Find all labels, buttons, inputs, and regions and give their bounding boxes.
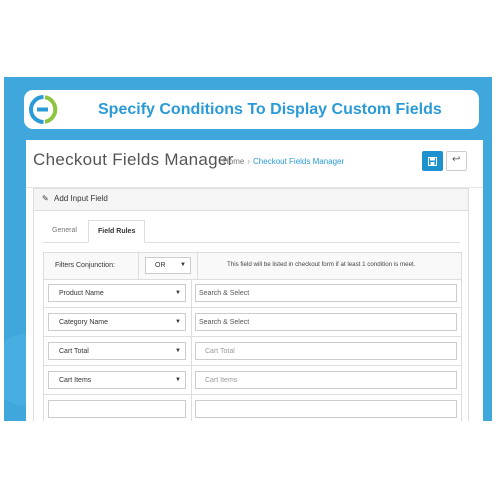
conjunction-select[interactable]: OR ▼ <box>145 257 191 274</box>
breadcrumb: Home › Checkout Fields Manager <box>223 157 344 166</box>
rule-row-partial <box>43 395 462 421</box>
page-header: Checkout Fields Manager Home › Checkout Fi… <box>26 140 483 188</box>
add-input-field-card: ✎ Add Input Field General Field Rules Fi… <box>33 188 469 421</box>
page-title: Checkout Fields Manager <box>33 150 234 169</box>
tab-general[interactable]: General <box>43 220 86 242</box>
card-header: ✎ Add Input Field <box>34 189 468 211</box>
caret-down-icon: ▼ <box>180 262 186 268</box>
caret-down-icon: ▼ <box>175 290 181 296</box>
rule-row: Product Name ▼ Search & Select <box>43 279 462 308</box>
rule-value-input[interactable]: Cart Items <box>195 371 457 389</box>
breadcrumb-home-link[interactable]: Home <box>223 157 244 166</box>
divider <box>197 253 198 279</box>
tab-field-rules[interactable]: Field Rules <box>88 220 146 243</box>
breadcrumb-separator: › <box>247 157 251 166</box>
admin-panel: Checkout Fields Manager Home › Checkout Fi… <box>26 140 483 421</box>
rule-row: Category Name ▼ Search & Select <box>43 308 462 337</box>
banner-header: Specify Conditions To Display Custom Fie… <box>24 90 479 129</box>
rule-value-placeholder: Search & Select <box>199 290 250 297</box>
divider <box>138 253 139 279</box>
rule-value-input[interactable]: Search & Select <box>195 313 457 331</box>
divider <box>191 279 192 307</box>
rule-type-select[interactable]: Product Name ▼ <box>48 284 186 302</box>
conjunction-select-value: OR <box>155 262 166 269</box>
rule-type-select[interactable]: Cart Total ▼ <box>48 342 186 360</box>
rule-value-placeholder: Cart Items <box>205 377 238 384</box>
save-icon <box>428 157 437 166</box>
rule-type-value: Cart Total <box>59 348 89 355</box>
tab-bar: General Field Rules <box>43 220 460 243</box>
divider <box>191 337 192 365</box>
back-button[interactable]: ↩ <box>446 151 467 171</box>
rule-row: Cart Items ▼ Cart Items <box>43 366 462 395</box>
reply-icon: ↩ <box>452 154 461 165</box>
promo-banner: Specify Conditions To Display Custom Fie… <box>4 77 492 421</box>
divider <box>191 366 192 394</box>
card-title: Add Input Field <box>54 194 108 203</box>
divider <box>191 395 192 421</box>
rule-type-value: Product Name <box>59 290 104 297</box>
rule-value-placeholder: Cart Total <box>205 348 235 355</box>
filters-conjunction-label: Filters Conjunction: <box>55 262 115 269</box>
rule-type-select[interactable]: Cart Items ▼ <box>48 371 186 389</box>
brand-logo-icon <box>29 95 58 124</box>
rule-row: Cart Total ▼ Cart Total <box>43 337 462 366</box>
rule-type-value: Cart Items <box>59 377 92 384</box>
pencil-icon: ✎ <box>42 194 49 203</box>
conjunction-note: This field will be listed in checkout fo… <box>227 261 416 268</box>
caret-down-icon: ▼ <box>175 377 181 383</box>
filters-conjunction-row: Filters Conjunction: OR ▼ This field wil… <box>43 252 462 280</box>
rule-value-placeholder: Search & Select <box>199 319 250 326</box>
rule-value-input[interactable]: Search & Select <box>195 284 457 302</box>
rule-value-input[interactable] <box>195 400 457 418</box>
divider <box>191 308 192 336</box>
caret-down-icon: ▼ <box>175 319 181 325</box>
banner-title: Specify Conditions To Display Custom Fie… <box>98 101 442 118</box>
caret-down-icon: ▼ <box>175 348 181 354</box>
rule-type-select[interactable]: Category Name ▼ <box>48 313 186 331</box>
rule-type-select[interactable] <box>48 400 186 418</box>
breadcrumb-current-link[interactable]: Checkout Fields Manager <box>253 157 344 166</box>
save-button[interactable] <box>422 151 443 171</box>
rule-type-value: Category Name <box>59 319 109 326</box>
rule-value-input[interactable]: Cart Total <box>195 342 457 360</box>
